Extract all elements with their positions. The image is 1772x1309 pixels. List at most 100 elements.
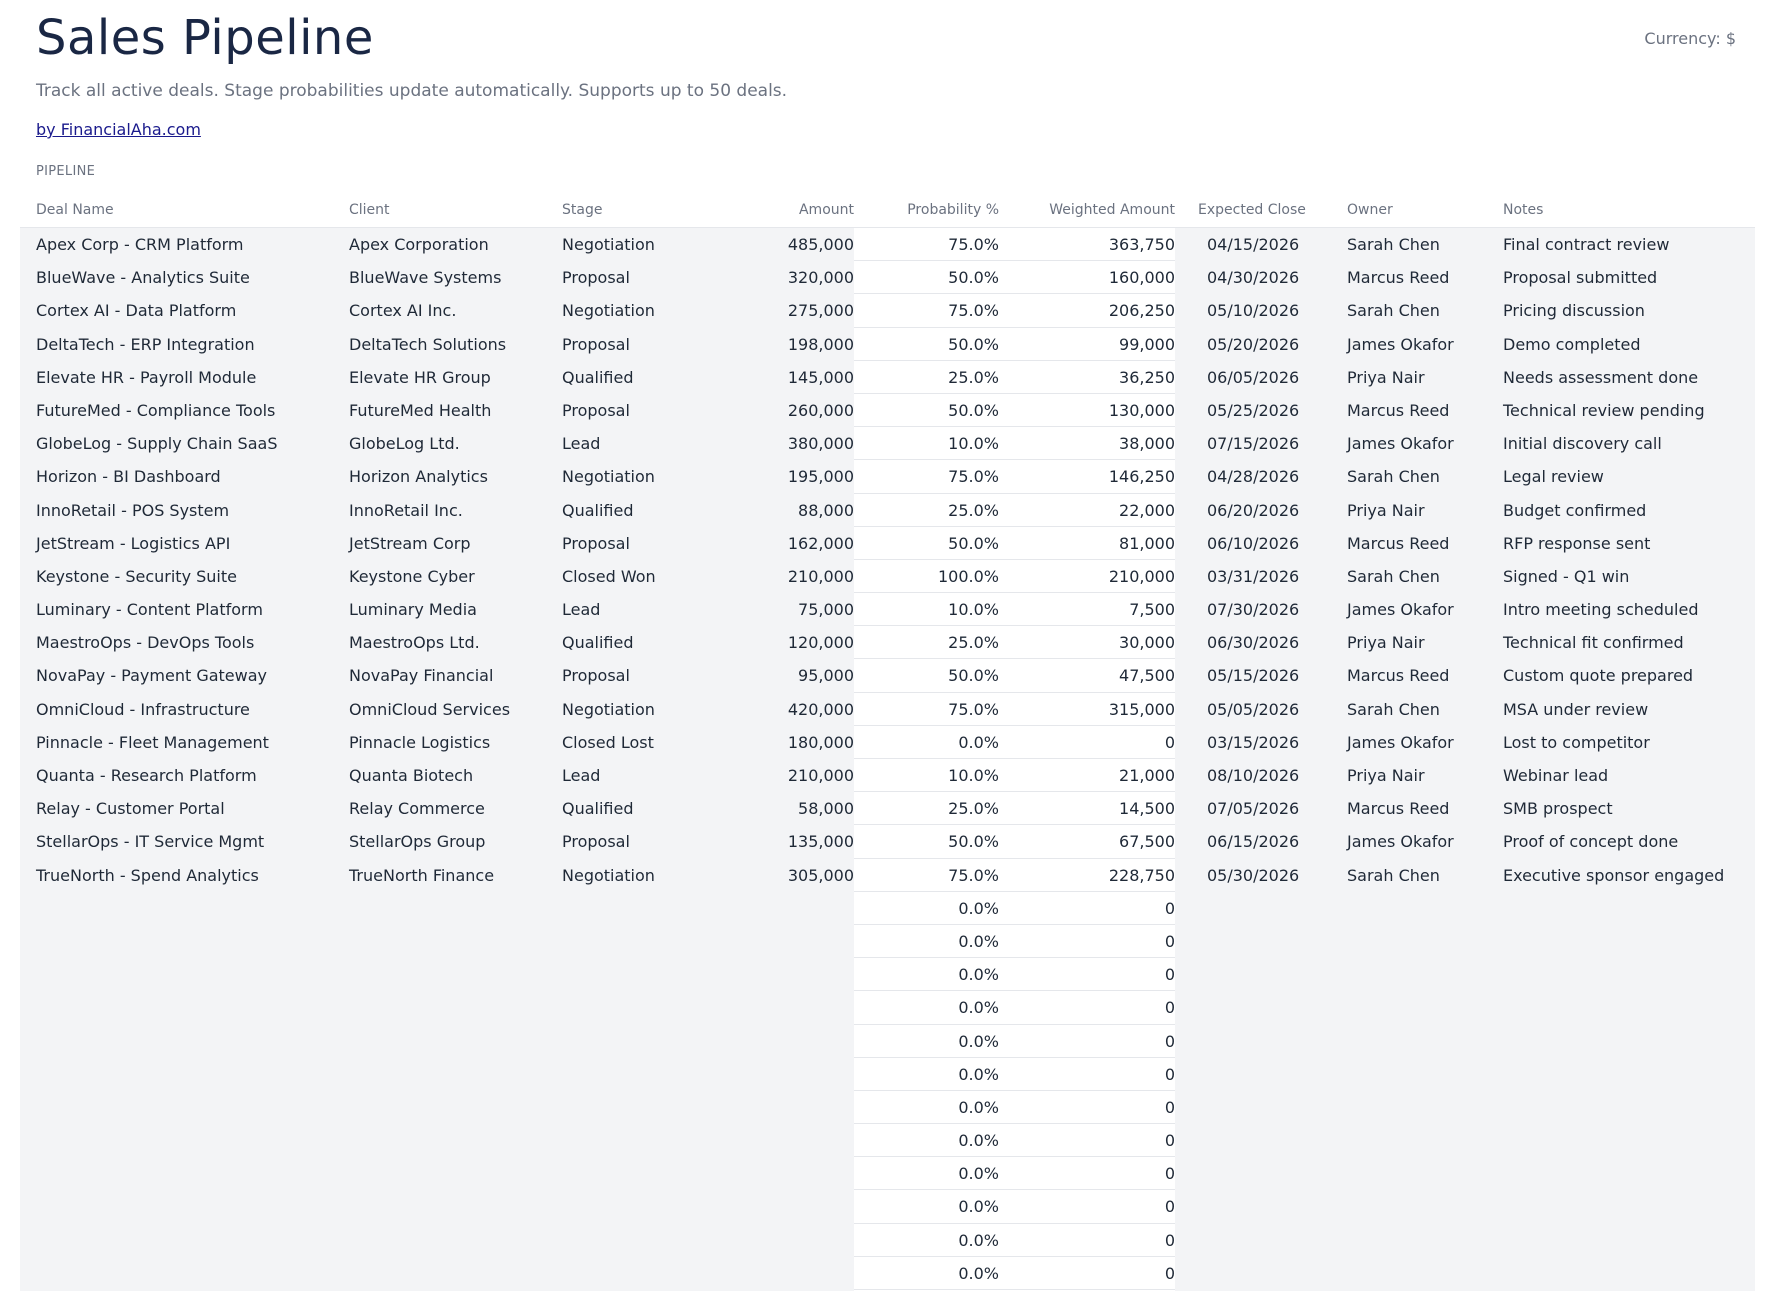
stage-cell[interactable]: Proposal bbox=[562, 825, 712, 858]
deal-name-cell[interactable]: Relay - Customer Portal bbox=[36, 792, 336, 825]
weighted-amount-cell[interactable]: 0 bbox=[995, 1058, 1175, 1091]
probability-cell[interactable]: 50.0% bbox=[850, 261, 999, 294]
amount-cell[interactable]: 58,000 bbox=[720, 792, 854, 825]
expected-close-cell[interactable] bbox=[1207, 892, 1337, 925]
column-header-weighted-amount[interactable]: Weighted Amount bbox=[995, 202, 1175, 218]
deal-name-cell[interactable] bbox=[36, 1190, 336, 1223]
expected-close-cell[interactable] bbox=[1207, 958, 1337, 991]
deal-name-cell[interactable]: BlueWave - Analytics Suite bbox=[36, 261, 336, 294]
owner-cell[interactable]: James Okafor bbox=[1347, 427, 1497, 460]
client-cell[interactable] bbox=[349, 1091, 549, 1124]
notes-cell[interactable] bbox=[1503, 1124, 1753, 1157]
stage-cell[interactable] bbox=[562, 1190, 712, 1223]
owner-cell[interactable] bbox=[1347, 1058, 1497, 1091]
deal-name-cell[interactable]: StellarOps - IT Service Mgmt bbox=[36, 825, 336, 858]
probability-cell[interactable]: 0.0% bbox=[850, 726, 999, 759]
deal-name-cell[interactable]: InnoRetail - POS System bbox=[36, 494, 336, 527]
amount-cell[interactable] bbox=[720, 1157, 854, 1190]
amount-cell[interactable]: 420,000 bbox=[720, 693, 854, 726]
amount-cell[interactable]: 88,000 bbox=[720, 494, 854, 527]
client-cell[interactable]: MaestroOps Ltd. bbox=[349, 626, 549, 659]
weighted-amount-cell[interactable]: 363,750 bbox=[995, 228, 1175, 261]
stage-cell[interactable] bbox=[562, 1025, 712, 1058]
probability-cell[interactable]: 10.0% bbox=[850, 427, 999, 460]
client-cell[interactable]: Relay Commerce bbox=[349, 792, 549, 825]
deal-name-cell[interactable] bbox=[36, 1224, 336, 1257]
deal-name-cell[interactable]: MaestroOps - DevOps Tools bbox=[36, 626, 336, 659]
weighted-amount-cell[interactable]: 99,000 bbox=[995, 328, 1175, 361]
stage-cell[interactable]: Lead bbox=[562, 427, 712, 460]
client-cell[interactable]: NovaPay Financial bbox=[349, 659, 549, 692]
owner-cell[interactable]: Priya Nair bbox=[1347, 626, 1497, 659]
weighted-amount-cell[interactable]: 0 bbox=[995, 1190, 1175, 1223]
stage-cell[interactable] bbox=[562, 1091, 712, 1124]
amount-cell[interactable] bbox=[720, 1224, 854, 1257]
client-cell[interactable] bbox=[349, 1124, 549, 1157]
column-header-notes[interactable]: Notes bbox=[1503, 202, 1543, 218]
deal-name-cell[interactable] bbox=[36, 1257, 336, 1290]
expected-close-cell[interactable]: 05/25/2026 bbox=[1207, 394, 1337, 427]
amount-cell[interactable]: 320,000 bbox=[720, 261, 854, 294]
column-header-expected-close[interactable]: Expected Close bbox=[1198, 202, 1306, 218]
weighted-amount-cell[interactable]: 228,750 bbox=[995, 859, 1175, 892]
probability-cell[interactable]: 50.0% bbox=[850, 394, 999, 427]
stage-cell[interactable]: Qualified bbox=[562, 361, 712, 394]
client-cell[interactable] bbox=[349, 925, 549, 958]
expected-close-cell[interactable]: 06/15/2026 bbox=[1207, 825, 1337, 858]
probability-cell[interactable]: 0.0% bbox=[850, 991, 999, 1024]
notes-cell[interactable]: Technical review pending bbox=[1503, 394, 1753, 427]
stage-cell[interactable]: Negotiation bbox=[562, 228, 712, 261]
amount-cell[interactable]: 95,000 bbox=[720, 659, 854, 692]
weighted-amount-cell[interactable]: 0 bbox=[995, 958, 1175, 991]
client-cell[interactable] bbox=[349, 991, 549, 1024]
expected-close-cell[interactable]: 05/15/2026 bbox=[1207, 659, 1337, 692]
expected-close-cell[interactable]: 04/15/2026 bbox=[1207, 228, 1337, 261]
stage-cell[interactable]: Qualified bbox=[562, 626, 712, 659]
client-cell[interactable] bbox=[349, 1257, 549, 1290]
expected-close-cell[interactable] bbox=[1207, 1091, 1337, 1124]
notes-cell[interactable]: Custom quote prepared bbox=[1503, 659, 1753, 692]
client-cell[interactable]: OmniCloud Services bbox=[349, 693, 549, 726]
expected-close-cell[interactable]: 07/30/2026 bbox=[1207, 593, 1337, 626]
weighted-amount-cell[interactable]: 0 bbox=[995, 991, 1175, 1024]
client-cell[interactable]: Horizon Analytics bbox=[349, 460, 549, 493]
probability-cell[interactable]: 0.0% bbox=[850, 1257, 999, 1290]
deal-name-cell[interactable]: Quanta - Research Platform bbox=[36, 759, 336, 792]
amount-cell[interactable]: 198,000 bbox=[720, 328, 854, 361]
client-cell[interactable] bbox=[349, 958, 549, 991]
expected-close-cell[interactable]: 08/10/2026 bbox=[1207, 759, 1337, 792]
client-cell[interactable] bbox=[349, 1157, 549, 1190]
amount-cell[interactable] bbox=[720, 1124, 854, 1157]
expected-close-cell[interactable] bbox=[1207, 1257, 1337, 1290]
amount-cell[interactable] bbox=[720, 892, 854, 925]
client-cell[interactable]: StellarOps Group bbox=[349, 825, 549, 858]
owner-cell[interactable]: Marcus Reed bbox=[1347, 659, 1497, 692]
stage-cell[interactable]: Proposal bbox=[562, 394, 712, 427]
weighted-amount-cell[interactable]: 0 bbox=[995, 1124, 1175, 1157]
probability-cell[interactable]: 75.0% bbox=[850, 228, 999, 261]
expected-close-cell[interactable] bbox=[1207, 1190, 1337, 1223]
probability-cell[interactable]: 0.0% bbox=[850, 1190, 999, 1223]
client-cell[interactable]: BlueWave Systems bbox=[349, 261, 549, 294]
probability-cell[interactable]: 10.0% bbox=[850, 759, 999, 792]
deal-name-cell[interactable]: JetStream - Logistics API bbox=[36, 527, 336, 560]
amount-cell[interactable]: 380,000 bbox=[720, 427, 854, 460]
client-cell[interactable] bbox=[349, 892, 549, 925]
weighted-amount-cell[interactable]: 0 bbox=[995, 925, 1175, 958]
amount-cell[interactable]: 210,000 bbox=[720, 560, 854, 593]
amount-cell[interactable] bbox=[720, 1025, 854, 1058]
stage-cell[interactable] bbox=[562, 1157, 712, 1190]
stage-cell[interactable]: Lead bbox=[562, 593, 712, 626]
expected-close-cell[interactable]: 03/15/2026 bbox=[1207, 726, 1337, 759]
notes-cell[interactable]: SMB prospect bbox=[1503, 792, 1753, 825]
probability-cell[interactable]: 0.0% bbox=[850, 1025, 999, 1058]
amount-cell[interactable]: 305,000 bbox=[720, 859, 854, 892]
deal-name-cell[interactable] bbox=[36, 1025, 336, 1058]
expected-close-cell[interactable] bbox=[1207, 1058, 1337, 1091]
weighted-amount-cell[interactable]: 36,250 bbox=[995, 361, 1175, 394]
deal-name-cell[interactable]: Keystone - Security Suite bbox=[36, 560, 336, 593]
stage-cell[interactable]: Lead bbox=[562, 759, 712, 792]
amount-cell[interactable]: 180,000 bbox=[720, 726, 854, 759]
amount-cell[interactable]: 162,000 bbox=[720, 527, 854, 560]
stage-cell[interactable]: Negotiation bbox=[562, 294, 712, 327]
